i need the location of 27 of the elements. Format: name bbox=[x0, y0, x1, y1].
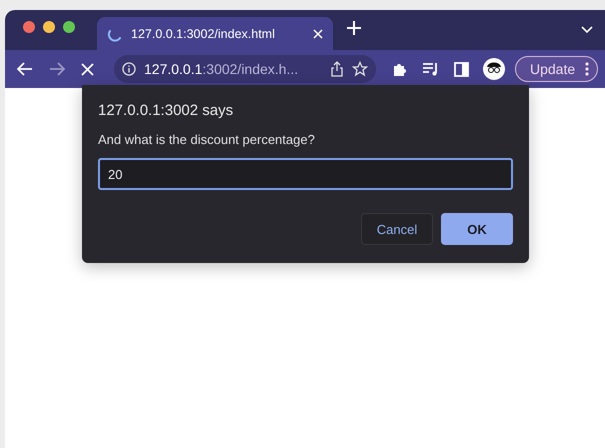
url-text: 127.0.0.1:3002/index.h... bbox=[144, 61, 300, 77]
side-panel-icon[interactable] bbox=[454, 62, 469, 76]
close-window-button[interactable] bbox=[23, 21, 35, 33]
dialog-message: And what is the discount percentage? bbox=[98, 132, 316, 147]
chevron-down-icon[interactable] bbox=[581, 26, 593, 34]
share-icon[interactable] bbox=[330, 61, 344, 77]
stop-loading-icon[interactable] bbox=[81, 62, 94, 76]
puzzle-piece-icon[interactable] bbox=[392, 61, 408, 77]
browser-tab[interactable]: 127.0.0.1:3002/index.html bbox=[97, 17, 333, 50]
close-tab-icon[interactable] bbox=[313, 28, 323, 38]
new-tab-icon[interactable] bbox=[347, 21, 361, 35]
cancel-button[interactable]: Cancel bbox=[361, 213, 433, 245]
minimize-window-button[interactable] bbox=[43, 21, 55, 33]
forward-arrow-icon[interactable] bbox=[49, 62, 65, 76]
update-button[interactable]: Update bbox=[515, 56, 598, 82]
ok-button[interactable]: OK bbox=[441, 213, 513, 245]
address-bar[interactable]: 127.0.0.1:3002/index.h... bbox=[114, 55, 376, 83]
info-icon[interactable] bbox=[122, 62, 136, 76]
input-field[interactable]: 20 bbox=[98, 158, 513, 190]
profile-avatar-icon[interactable] bbox=[483, 58, 505, 80]
zoom-window-button[interactable] bbox=[63, 21, 75, 33]
more-vertical-icon[interactable] bbox=[585, 62, 590, 76]
star-icon[interactable] bbox=[352, 61, 368, 77]
dialog-title: 127.0.0.1:3002 says bbox=[98, 102, 234, 119]
media-queue-icon[interactable] bbox=[422, 62, 440, 76]
tab-title: 127.0.0.1:3002/index.html bbox=[131, 26, 276, 40]
back-arrow-icon[interactable] bbox=[17, 62, 33, 76]
